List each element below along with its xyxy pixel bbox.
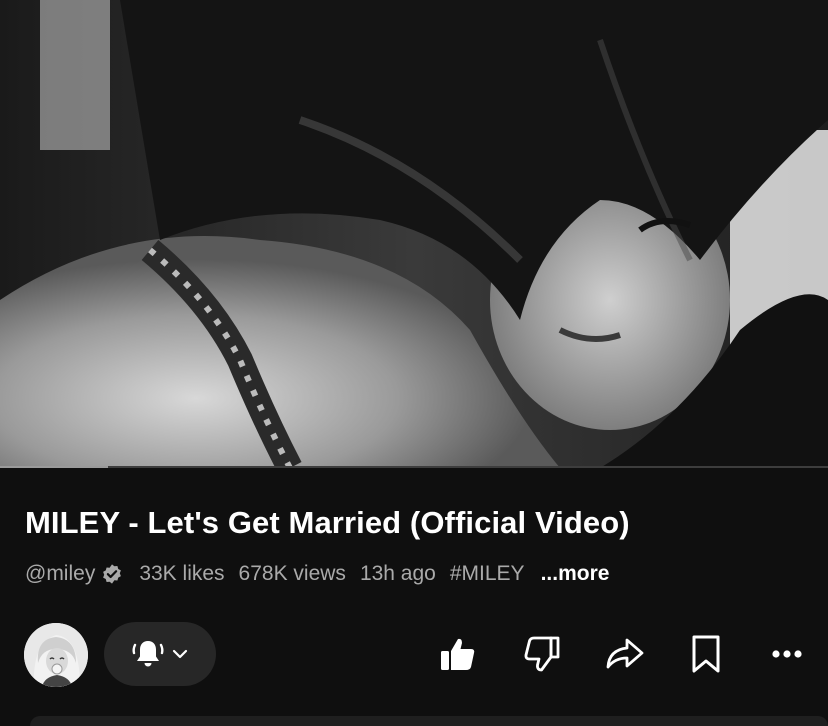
channel-avatar[interactable]: [24, 623, 88, 687]
share-arrow-icon: [603, 634, 645, 674]
thumbs-up-filled-icon: [438, 634, 478, 674]
share-button[interactable]: [602, 632, 646, 676]
likes-count: 33K likes: [139, 562, 225, 585]
dislike-button[interactable]: [520, 632, 564, 676]
verified-badge-icon: [101, 563, 123, 585]
thumbs-down-icon: [522, 634, 562, 674]
video-frame: [0, 0, 828, 468]
like-button[interactable]: [436, 632, 480, 676]
save-button[interactable]: [684, 632, 728, 676]
video-player[interactable]: [0, 0, 828, 468]
chevron-down-icon: [170, 644, 190, 664]
upload-time: 13h ago: [359, 562, 436, 585]
more-link[interactable]: ...more: [541, 562, 610, 586]
more-horizontal-icon: [769, 648, 805, 660]
channel-handle[interactable]: @miley: [25, 562, 95, 586]
more-options-button[interactable]: [765, 632, 809, 676]
bell-ringing-icon: [130, 637, 166, 671]
video-meta-row[interactable]: @miley 33K likes 678K views 13h ago #MIL…: [25, 562, 609, 586]
progress-bar[interactable]: [0, 466, 828, 468]
video-title[interactable]: MILEY - Let's Get Married (Official Vide…: [25, 505, 630, 541]
bookmark-icon: [688, 634, 724, 674]
next-panel-edge: [30, 716, 828, 726]
progress-fill: [0, 466, 108, 468]
hashtag-link[interactable]: #MILEY: [450, 562, 525, 586]
notification-bell-button[interactable]: [104, 622, 216, 686]
views-count: 678K views: [238, 562, 346, 585]
